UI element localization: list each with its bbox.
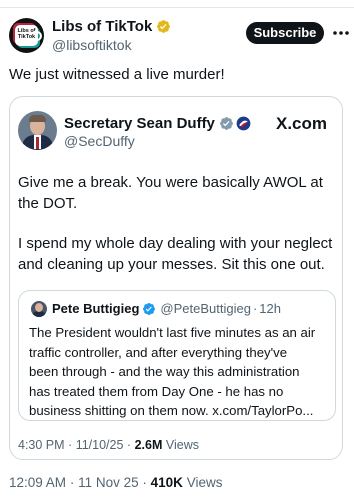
quoted-views-count: 2.6M — [134, 438, 163, 452]
quoted-post-text: Give me a break. You were basically AWOL… — [18, 173, 336, 275]
government-affiliation-icon — [236, 116, 251, 131]
post-header: Libs of TikTok Libs of TikTok @libsoftik… — [0, 8, 354, 58]
post-text: We just witnessed a live murder! — [9, 66, 225, 83]
separator-dot: · — [252, 301, 258, 316]
views-count: 410K — [150, 475, 183, 490]
separator-dot: · — [126, 438, 132, 452]
views-label: Views — [186, 475, 223, 490]
nested-text-line: been through - and the way this administ… — [29, 364, 300, 379]
quoted-author-avatar[interactable] — [18, 111, 57, 150]
quoted-post-date[interactable]: 11/10/25 — [76, 438, 124, 452]
quoted-post-time[interactable]: 4:30 PM — [18, 438, 65, 452]
nested-post-time[interactable]: 12h — [259, 301, 281, 316]
quoted-post-meta: 4:30 PM · 11/10/25 · 2.6M Views — [18, 438, 199, 452]
quoted-author-handle[interactable]: @SecDuffy — [64, 133, 135, 149]
author-avatar[interactable]: Libs of TikTok — [9, 18, 44, 53]
nested-text-line: traffic controller, and after everything… — [29, 344, 288, 360]
post-meta: 12:09 AM · 11 Nov 25 · 410K Views — [9, 475, 222, 490]
separator-dot: · — [142, 475, 147, 490]
nested-post-header: Pete Buttigieg @PeteButtigieg · 12h — [52, 301, 281, 316]
nested-quoted-post-card[interactable]: Pete Buttigieg @PeteButtigieg · 12h The … — [18, 290, 336, 421]
quoted-text-line: the DOT. — [18, 194, 78, 212]
post-date[interactable]: 11 Nov 25 — [78, 475, 139, 490]
separator-dot: · — [69, 475, 75, 490]
verified-gold-badge-icon — [157, 20, 171, 33]
quoted-post-card[interactable]: Secretary Sean Duffy @SecDuffy X.com Giv… — [9, 96, 343, 460]
post-time[interactable]: 12:09 AM — [9, 475, 66, 490]
author-handle[interactable]: @libsoftiktok — [52, 37, 132, 53]
nested-author-avatar[interactable] — [31, 301, 47, 317]
nested-author-name[interactable]: Pete Buttigieg — [52, 301, 139, 316]
quoted-text-line: and cleaning up your messes. Sit this on… — [18, 255, 325, 273]
subscribe-button[interactable]: Subscribe — [246, 22, 324, 44]
quoted-text-line: Give me a break. You were basically AWOL… — [18, 174, 323, 191]
quoted-views-label: Views — [165, 438, 199, 452]
author-name[interactable]: Libs of TikTok — [52, 18, 171, 35]
quoted-text-line: I spend my whole day dealing with your n… — [18, 235, 333, 252]
nested-text-line: The President wouldn't last five minutes… — [29, 325, 316, 340]
quoted-author-name[interactable]: Secretary Sean Duffy — [64, 115, 251, 132]
more-options-icon[interactable] — [331, 25, 351, 41]
tiktok-logo: Libs of TikTok — [15, 25, 42, 46]
nested-text-line: business shitting on them now. x.com/Tay… — [29, 403, 314, 418]
xcom-brand-logo: X.com — [276, 114, 328, 133]
separator-dot: · — [68, 438, 73, 452]
verified-grey-badge-icon — [220, 117, 233, 130]
verified-blue-badge-icon — [143, 302, 156, 315]
nested-author-handle[interactable]: @PeteButtigieg — [160, 301, 251, 316]
nested-post-text: The President wouldn't last five minutes… — [29, 323, 315, 421]
nested-text-line: has treated them from Day One - he has n… — [29, 383, 284, 399]
